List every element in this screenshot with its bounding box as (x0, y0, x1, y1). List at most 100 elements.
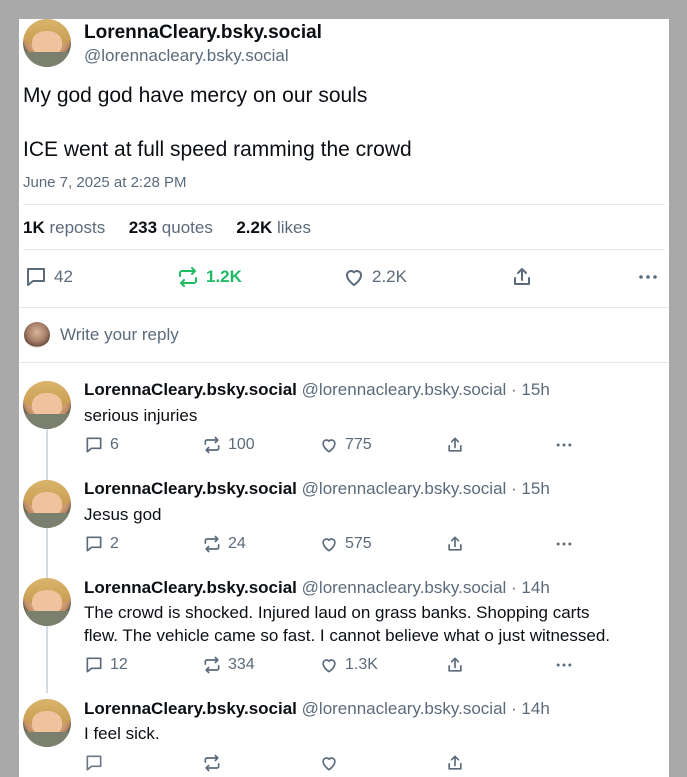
like-button[interactable]: 1.3K (319, 655, 378, 675)
reply-text: Jesus god (84, 505, 162, 524)
quotes-stat[interactable]: 233 quotes (129, 218, 218, 237)
repost-icon (204, 754, 220, 772)
like-icon (346, 270, 362, 286)
reply-count: 42 (54, 267, 73, 286)
divider (19, 362, 669, 363)
like-button[interactable]: 575 (319, 534, 372, 554)
repost-icon (204, 656, 220, 674)
divider (23, 204, 665, 205)
likes-count: 2.2K (236, 218, 273, 237)
reply-avatar[interactable] (23, 578, 71, 626)
likes-stat[interactable]: 2.2K likes (236, 218, 311, 237)
reposts-label: reposts (49, 218, 106, 237)
thread-connector (46, 429, 48, 693)
reply-icon[interactable] (84, 753, 104, 773)
reply-avatar[interactable] (23, 699, 71, 747)
reply-icon (86, 536, 102, 552)
quotes-count: 233 (128, 218, 158, 237)
more-icon (556, 443, 572, 447)
reply-button[interactable]: 42 (24, 265, 73, 289)
reposts-stat[interactable]: 1K reposts (23, 218, 110, 237)
reply-handle[interactable]: @lorennacleary.bsky.social (302, 699, 507, 718)
reply-display-name[interactable]: LorennaCleary.bsky.social (84, 578, 297, 597)
more-button[interactable] (554, 534, 574, 554)
likes-label: likes (276, 218, 311, 237)
reply-input[interactable]: Write your reply (60, 325, 179, 345)
like-count: 1.3K (345, 656, 378, 673)
share-icon (514, 268, 530, 285)
repost-button[interactable]: 1.2K (176, 265, 242, 289)
like-count: 575 (345, 535, 372, 552)
reply-actions-cutoff (84, 753, 104, 773)
repost-count: 1.2K (206, 267, 242, 286)
reply-time[interactable]: · 15h (511, 380, 550, 399)
post-text-line-2: ICE went at full speed ramming the crowd (23, 138, 412, 161)
reply-header: LorennaCleary.bsky.social @lorennacleary… (84, 578, 550, 598)
more-button[interactable] (554, 435, 574, 455)
reply-header: LorennaCleary.bsky.social @lorennacleary… (84, 479, 550, 499)
repost-button[interactable] (202, 753, 222, 773)
reply-text: I feel sick. (84, 724, 160, 743)
share-button[interactable] (445, 534, 465, 554)
repost-count: 334 (228, 656, 255, 673)
repost-count: 100 (228, 436, 255, 453)
reply-avatar[interactable] (23, 381, 71, 429)
reply-header: LorennaCleary.bsky.social @lorennacleary… (84, 699, 550, 719)
author-avatar[interactable] (23, 19, 71, 67)
share-button[interactable] (445, 753, 465, 773)
divider (23, 249, 665, 250)
more-icon (556, 542, 572, 546)
divider (19, 307, 669, 308)
reply-avatar[interactable] (23, 480, 71, 528)
share-icon (448, 657, 462, 672)
reply-button[interactable]: 2 (84, 534, 119, 554)
repost-icon (179, 267, 197, 287)
reply-time[interactable]: · 14h (511, 578, 550, 597)
reply-time[interactable]: · 15h (511, 479, 550, 498)
like-count: 2.2K (372, 267, 407, 286)
share-button[interactable] (445, 655, 465, 675)
repost-button[interactable]: 24 (202, 534, 246, 554)
reply-display-name[interactable]: LorennaCleary.bsky.social (84, 380, 297, 399)
reply-handle[interactable]: @lorennacleary.bsky.social (302, 578, 507, 597)
my-avatar[interactable] (24, 322, 50, 348)
more-button[interactable] (554, 655, 574, 675)
reply-icon (86, 437, 102, 453)
post-timestamp[interactable]: June 7, 2025 at 2:28 PM (23, 174, 186, 191)
more-button[interactable] (636, 265, 660, 289)
reply-header: LorennaCleary.bsky.social @lorennacleary… (84, 380, 550, 400)
like-icon (322, 757, 336, 771)
like-button[interactable]: 2.2K (342, 265, 407, 289)
reply-handle[interactable]: @lorennacleary.bsky.social (302, 479, 507, 498)
share-button[interactable] (445, 435, 465, 455)
post-text-line-1: My god god have mercy on our souls (23, 84, 368, 107)
reply-handle[interactable]: @lorennacleary.bsky.social (302, 380, 507, 399)
reply-display-name[interactable]: LorennaCleary.bsky.social (84, 479, 297, 498)
author-display-name[interactable]: LorennaCleary.bsky.social (84, 22, 322, 44)
reply-icon (27, 268, 45, 286)
like-icon (322, 538, 336, 552)
repost-count: 24 (228, 535, 246, 552)
repost-button[interactable]: 100 (202, 435, 255, 455)
like-button[interactable]: 775 (319, 435, 372, 455)
share-button[interactable] (510, 265, 534, 289)
reply-button[interactable]: 6 (84, 435, 119, 455)
reply-count: 2 (110, 535, 119, 552)
like-icon (322, 439, 336, 453)
reply-time[interactable]: · 14h (511, 699, 550, 718)
reply-text-line-2: flew. The vehicle came so fast. I cannot… (84, 626, 611, 645)
repost-button[interactable]: 334 (202, 655, 255, 675)
reply-count: 6 (110, 436, 119, 453)
reply-icon (86, 657, 102, 673)
quotes-label: quotes (161, 218, 213, 237)
more-icon (639, 275, 657, 279)
like-count: 775 (345, 436, 372, 453)
repost-icon (204, 436, 220, 454)
reply-display-name[interactable]: LorennaCleary.bsky.social (84, 699, 297, 718)
like-icon (322, 659, 336, 673)
like-button[interactable] (319, 753, 339, 773)
author-handle[interactable]: @lorennacleary.bsky.social (84, 46, 289, 66)
post-thread-card: LorennaCleary.bsky.social @lorennacleary… (19, 19, 669, 777)
reposts-count: 1K (23, 218, 45, 237)
reply-button[interactable]: 12 (84, 655, 128, 675)
